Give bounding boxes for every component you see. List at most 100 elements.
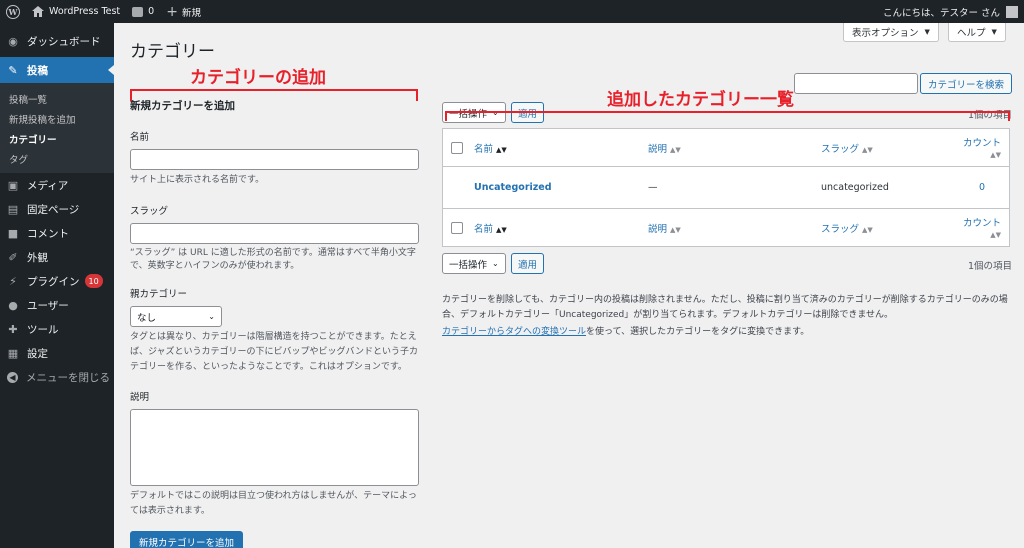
- annotation-add-label: カテゴリーの追加: [190, 68, 326, 88]
- home-icon: [32, 6, 44, 17]
- posts-submenu: 投稿一覧 新規投稿を追加 カテゴリー タグ: [0, 83, 114, 173]
- media-icon: ▣: [7, 178, 19, 192]
- menu-settings[interactable]: ▦ 設定: [0, 341, 114, 365]
- select-all-checkbox[interactable]: [451, 141, 463, 154]
- menu-plugins[interactable]: ⚡ プラグイン 10: [0, 269, 114, 293]
- menu-label: ツール: [27, 323, 59, 336]
- menu-label: 投稿: [27, 64, 48, 77]
- menu-posts[interactable]: ✎ 投稿: [0, 57, 114, 83]
- admin-sidebar: ◉ ダッシュボード ✎ 投稿 投稿一覧 新規投稿を追加 カテゴリー タグ ▣ メ…: [0, 23, 114, 548]
- menu-label: メディア: [27, 179, 69, 192]
- menu-label: 固定ページ: [27, 203, 80, 216]
- menu-label: 設定: [27, 347, 48, 360]
- sort-icon: ▲▼: [496, 225, 507, 234]
- description-label: 説明: [130, 392, 150, 403]
- column-count-label: カウント: [962, 218, 1001, 229]
- submenu-all-posts[interactable]: 投稿一覧: [0, 89, 114, 109]
- wp-logo-menu[interactable]: W: [0, 0, 26, 23]
- column-slug-footer[interactable]: スラッグ ▲▼: [821, 221, 873, 235]
- sort-icon: ▲▼: [670, 225, 681, 234]
- submenu-add-new-post[interactable]: 新規投稿を追加: [0, 109, 114, 129]
- menu-label: プラグイン: [27, 275, 80, 288]
- column-description-label: 説明: [648, 143, 668, 155]
- column-slug-label: スラッグ: [821, 223, 860, 235]
- avatar[interactable]: [1006, 5, 1018, 18]
- category-name-link[interactable]: Uncategorized: [474, 182, 552, 193]
- table-header-row: 名前 ▲▼ 説明 ▲▼ スラッグ ▲▼ カウント ▲▼: [443, 129, 1009, 167]
- chevron-down-icon: ⌄: [492, 259, 499, 268]
- settings-icon: ▦: [7, 346, 19, 360]
- category-slug-input[interactable]: [130, 223, 419, 244]
- help-label: ヘルプ: [957, 28, 986, 39]
- menu-media[interactable]: ▣ メディア: [0, 173, 114, 197]
- menu-comments[interactable]: ■ コメント: [0, 221, 114, 245]
- category-tag-converter-link[interactable]: カテゴリーからタグへの変換ツール: [442, 327, 586, 337]
- parent-category-select[interactable]: なし ⌄: [130, 306, 222, 327]
- greeting[interactable]: こんにちは、テスター さん: [883, 5, 1000, 19]
- menu-label: ダッシュボード: [27, 35, 101, 48]
- annotation-list-bracket: [445, 111, 1010, 121]
- form-heading: 新規カテゴリーを追加: [130, 100, 235, 112]
- menu-appearance[interactable]: ✐ 外観: [0, 245, 114, 269]
- category-description-textarea[interactable]: [130, 409, 419, 486]
- column-count-footer[interactable]: カウント ▲▼: [963, 215, 1001, 240]
- submenu-categories[interactable]: カテゴリー: [0, 129, 114, 149]
- menu-users[interactable]: ● ユーザー: [0, 293, 114, 317]
- chevron-down-icon: ⌄: [208, 312, 215, 321]
- menu-label: 外観: [27, 251, 48, 264]
- caret-down-icon: ▼: [991, 28, 997, 36]
- sort-icon: ▲▼: [862, 225, 873, 234]
- wrench-icon: ✚: [8, 322, 18, 336]
- collapse-menu-button[interactable]: ◀ メニューを閉じる: [0, 365, 114, 389]
- screen-options-button[interactable]: 表示オプション ▼: [843, 23, 939, 42]
- add-category-submit-button[interactable]: 新規カテゴリーを追加: [130, 531, 244, 548]
- page-icon: ▤: [7, 202, 19, 216]
- select-all-checkbox-bottom[interactable]: [451, 221, 463, 234]
- site-name: WordPress Test: [49, 6, 121, 17]
- help-button[interactable]: ヘルプ ▼: [948, 23, 1006, 42]
- menu-label: メニューを閉じる: [26, 371, 110, 384]
- new-label: 新規: [181, 7, 201, 19]
- collapse-arrow-icon: ◀: [7, 371, 18, 383]
- menu-pages[interactable]: ▤ 固定ページ: [0, 197, 114, 221]
- category-info-note: カテゴリーを削除しても、カテゴリー内の投稿は削除されません。ただし、投稿に割り当…: [442, 293, 1012, 340]
- category-search-input[interactable]: [794, 73, 918, 94]
- column-name-label: 名前: [474, 143, 494, 155]
- plugin-icon: ⚡: [9, 274, 17, 288]
- menu-dashboard[interactable]: ◉ ダッシュボード: [0, 29, 114, 53]
- categories-table: 名前 ▲▼ 説明 ▲▼ スラッグ ▲▼ カウント ▲▼ Uncategorized — …: [442, 128, 1010, 247]
- column-description-footer[interactable]: 説明 ▲▼: [648, 221, 681, 235]
- submenu-tags[interactable]: タグ: [0, 149, 114, 169]
- add-category-form: 新規カテゴリーを追加 名前 サイト上に表示される名前です。 スラッグ “スラッグ…: [130, 98, 420, 548]
- slug-help: “スラッグ” は URL に適した形式の名前です。通常はすべて半角小文字で、英数…: [130, 248, 416, 271]
- main-content: カテゴリー 表示オプション ▼ ヘルプ ▼ カテゴリーの追加 新規カテゴリーを追…: [114, 23, 1024, 548]
- parent-selected-value: なし: [137, 312, 157, 324]
- new-content-menu[interactable]: + 新規: [160, 0, 207, 23]
- search-categories-button[interactable]: カテゴリーを検索: [920, 73, 1013, 94]
- column-description-header[interactable]: 説明 ▲▼: [648, 141, 681, 155]
- converter-note: を使って、選択したカテゴリーをタグに変換できます。: [586, 327, 810, 337]
- sort-icon: ▲▼: [496, 145, 507, 154]
- pin-icon: ✎: [8, 63, 18, 77]
- apply-button-bottom[interactable]: 適用: [511, 253, 545, 274]
- column-description-label: 説明: [648, 223, 668, 235]
- caret-down-icon: ▼: [924, 28, 930, 36]
- screen-options-label: 表示オプション: [852, 28, 919, 39]
- comments-link[interactable]: 0: [126, 0, 160, 23]
- category-count-link[interactable]: 0: [979, 182, 985, 193]
- column-slug-label: スラッグ: [821, 143, 860, 155]
- category-name-input[interactable]: [130, 149, 419, 170]
- column-name-header[interactable]: 名前 ▲▼: [474, 141, 507, 155]
- menu-tools[interactable]: ✚ ツール: [0, 317, 114, 341]
- comment-icon: [132, 6, 144, 17]
- column-count-header[interactable]: カウント ▲▼: [963, 135, 1001, 160]
- wordpress-logo-icon: W: [6, 4, 20, 19]
- description-help: デフォルトではこの説明は目立つ使われ方はしませんが、テーマによっては表示されます…: [130, 491, 417, 516]
- column-count-label: カウント: [962, 138, 1001, 149]
- comments-count: 0: [148, 6, 155, 17]
- column-slug-header[interactable]: スラッグ ▲▼: [821, 141, 873, 155]
- table-footer-row: 名前 ▲▼ 説明 ▲▼ スラッグ ▲▼ カウント ▲▼: [443, 208, 1009, 246]
- site-name-link[interactable]: WordPress Test: [26, 0, 126, 23]
- bulk-action-select-bottom[interactable]: 一括操作 ⌄: [442, 253, 506, 274]
- column-name-footer[interactable]: 名前 ▲▼: [474, 221, 507, 235]
